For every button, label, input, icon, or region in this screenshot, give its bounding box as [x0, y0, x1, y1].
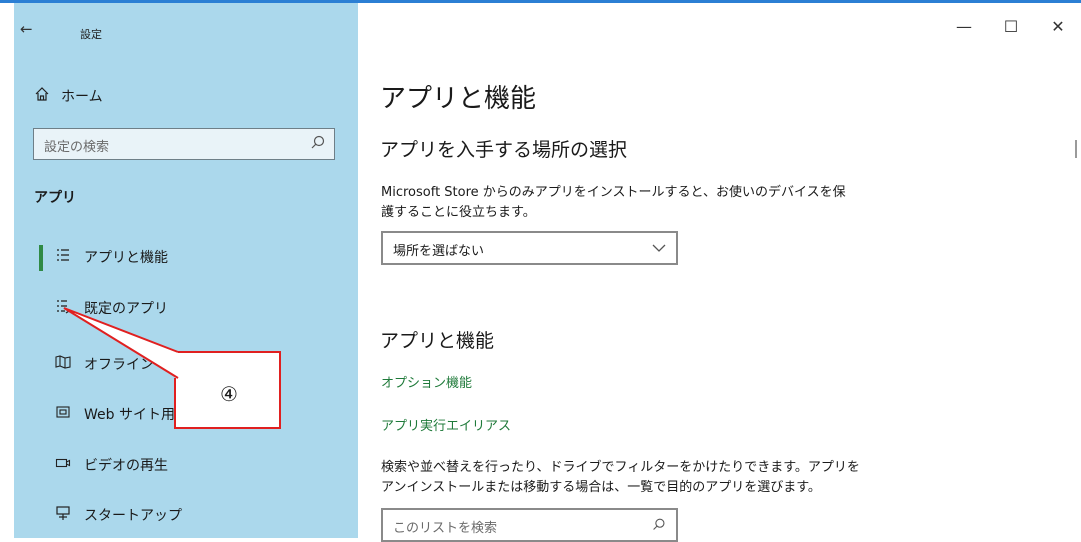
app-list-search-input[interactable]: このリストを検索	[381, 508, 678, 542]
default-apps-icon	[52, 298, 74, 318]
startup-icon	[52, 505, 74, 525]
back-arrow-icon[interactable]: ←	[20, 20, 33, 38]
web-app-icon	[52, 404, 74, 424]
sidebar-item-label: アプリと機能	[84, 250, 168, 266]
section-title-apps: アプリ	[34, 190, 76, 206]
sidebar-item-label: ビデオの再生	[84, 458, 168, 474]
source-description: Microsoft Store からのみアプリをインストールすると、お使いのデバ…	[381, 183, 846, 223]
home-label: ホーム	[61, 89, 103, 105]
sidebar-item-label: 既定のアプリ	[84, 301, 168, 317]
app-alias-link[interactable]: アプリ実行エイリアス	[381, 415, 511, 434]
maximize-icon[interactable]: ☐	[999, 17, 1023, 36]
scrollbar[interactable]	[1075, 140, 1077, 158]
source-dropdown[interactable]: 場所を選ばない	[381, 231, 678, 265]
video-icon	[52, 455, 74, 475]
sidebar-item-label: Web サイト用のアプリ	[84, 407, 231, 423]
list-search-placeholder: このリストを検索	[393, 521, 498, 536]
sidebar-item-apps-features[interactable]: アプリと機能	[52, 247, 168, 267]
sidebar-item-label: オフライン マップ	[84, 357, 201, 373]
sidebar-item-default-apps[interactable]: 既定のアプリ	[52, 298, 168, 318]
sidebar-item-video-playback[interactable]: ビデオの再生	[52, 455, 168, 475]
source-description-line: Microsoft Store からのみアプリをインストールすると、お使いのデバ…	[381, 185, 846, 200]
source-heading: アプリを入手する場所の選択	[380, 139, 628, 161]
features-heading: アプリと機能	[380, 330, 495, 352]
list-description-line: 検索や並べ替えを行ったり、ドライブでフィルターをかけたりできます。アプリを	[381, 460, 860, 475]
minimize-icon[interactable]: —	[952, 17, 976, 36]
map-icon	[52, 354, 74, 374]
app-title: 設定	[80, 28, 102, 41]
home-icon	[31, 86, 53, 106]
sidebar-item-startup[interactable]: スタートアップ	[52, 505, 182, 525]
sidebar-item-label: スタートアップ	[84, 508, 182, 524]
search-icon	[653, 518, 665, 530]
settings-window: ← 設定 ホーム 設定の検索 アプリ アプリと機能 既定のアプリ オフライン マ…	[0, 0, 1081, 542]
list-description: 検索や並べ替えを行ったり、ドライブでフィルターをかけたりできます。アプリを アン…	[381, 458, 860, 498]
optional-features-link[interactable]: オプション機能	[381, 372, 472, 391]
sidebar-item-home[interactable]: ホーム	[31, 86, 103, 106]
page-title: アプリと機能	[380, 84, 537, 114]
list-description-line: アンインストールまたは移動する場合は、一覧で目的のアプリを選びます。	[381, 480, 821, 495]
source-description-line: 護することに役立ちます。	[381, 205, 536, 220]
sidebar-item-offline-maps[interactable]: オフライン マップ	[52, 354, 200, 374]
sidebar-item-web-apps[interactable]: Web サイト用のアプリ	[52, 404, 231, 424]
close-icon[interactable]: ✕	[1046, 17, 1070, 36]
chevron-down-icon	[652, 244, 666, 252]
search-placeholder: 設定の検索	[44, 140, 110, 155]
list-icon	[52, 247, 74, 267]
left-edge	[0, 3, 14, 538]
search-icon	[311, 135, 325, 149]
settings-search-input[interactable]: 設定の検索	[33, 128, 335, 160]
callout-marker: ④	[220, 382, 238, 406]
selected-indicator	[39, 245, 43, 271]
dropdown-value: 場所を選ばない	[393, 244, 485, 259]
